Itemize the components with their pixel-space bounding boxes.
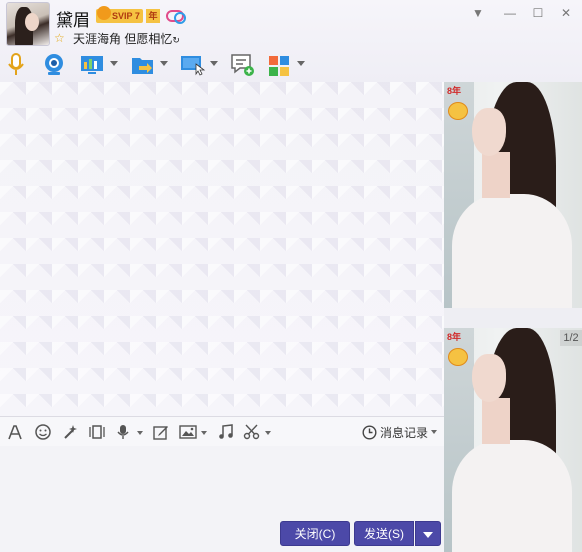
svip-badge-label: SVIP 7: [112, 11, 140, 21]
side-panel-divider: [444, 308, 582, 328]
decoration-label: 8年: [447, 86, 462, 96]
remote-assist-dropdown-icon[interactable]: [210, 61, 218, 66]
year-badge[interactable]: 年: [146, 9, 160, 23]
voice-message-dropdown-icon[interactable]: [137, 431, 143, 435]
close-button[interactable]: 关闭(C): [280, 521, 350, 546]
image-icon[interactable]: [179, 424, 197, 440]
format-toolbar: 消息记录: [0, 416, 444, 446]
screen-shake-icon[interactable]: [88, 424, 106, 440]
apps-dropdown-icon[interactable]: [297, 61, 305, 66]
image-pager[interactable]: 1/2: [560, 330, 582, 346]
file-transfer-dropdown-icon[interactable]: [160, 61, 168, 66]
minimize-icon[interactable]: —: [500, 6, 520, 22]
couple-icon[interactable]: [166, 10, 186, 24]
history-dropdown-icon: [431, 430, 438, 434]
star-icon: ☆: [54, 31, 65, 45]
emoji-icon[interactable]: [35, 424, 51, 440]
chat-header: 黛眉 SVIP 7 年 ☆ 天涯海角 但愿相忆↻ ▼ — ☐ ✕: [0, 0, 582, 82]
font-icon[interactable]: [7, 424, 23, 440]
contact-show-image[interactable]: 8年: [444, 82, 582, 308]
send-options-dropdown[interactable]: [415, 521, 441, 546]
magic-wand-icon[interactable]: [62, 424, 78, 440]
maximize-icon[interactable]: ☐: [528, 6, 548, 22]
music-icon[interactable]: [218, 424, 234, 440]
svip-badge[interactable]: SVIP 7: [96, 6, 143, 23]
message-history-label: 消息记录: [380, 425, 429, 440]
contact-show-image-2[interactable]: 8年: [444, 328, 582, 552]
message-history-pane[interactable]: [0, 82, 444, 416]
close-icon[interactable]: ✕: [556, 6, 576, 22]
crown-icon: [97, 6, 111, 20]
screenshot-scissors-icon[interactable]: [243, 424, 261, 440]
handwriting-icon[interactable]: [153, 424, 169, 440]
menu-icon[interactable]: ▼: [468, 6, 488, 22]
voice-call-icon[interactable]: [6, 52, 26, 78]
lucky-bag-icon: [448, 348, 468, 366]
file-transfer-icon[interactable]: [130, 52, 156, 78]
message-history-button[interactable]: 消息记录: [362, 424, 438, 440]
remote-assist-icon[interactable]: [180, 52, 206, 78]
image-dropdown-icon[interactable]: [201, 431, 207, 435]
contact-name[interactable]: 黛眉: [56, 6, 90, 31]
screenshot-dropdown-icon[interactable]: [265, 431, 271, 435]
send-button[interactable]: 发送(S): [354, 521, 414, 546]
voice-message-icon[interactable]: [116, 424, 130, 440]
send-options-arrow-icon: [423, 531, 433, 538]
contact-avatar[interactable]: [6, 2, 50, 46]
lucky-bag-icon: [448, 102, 468, 120]
screen-share-dropdown-icon[interactable]: [110, 61, 118, 66]
screen-share-icon[interactable]: [80, 52, 104, 78]
message-bubble-icon[interactable]: [230, 52, 256, 78]
clock-icon: [362, 424, 377, 440]
contact-signature: 天涯海角 但愿相忆↻: [73, 32, 180, 46]
video-call-icon[interactable]: [42, 52, 66, 78]
decoration-label: 8年: [447, 332, 462, 342]
apps-grid-icon[interactable]: [268, 52, 292, 78]
